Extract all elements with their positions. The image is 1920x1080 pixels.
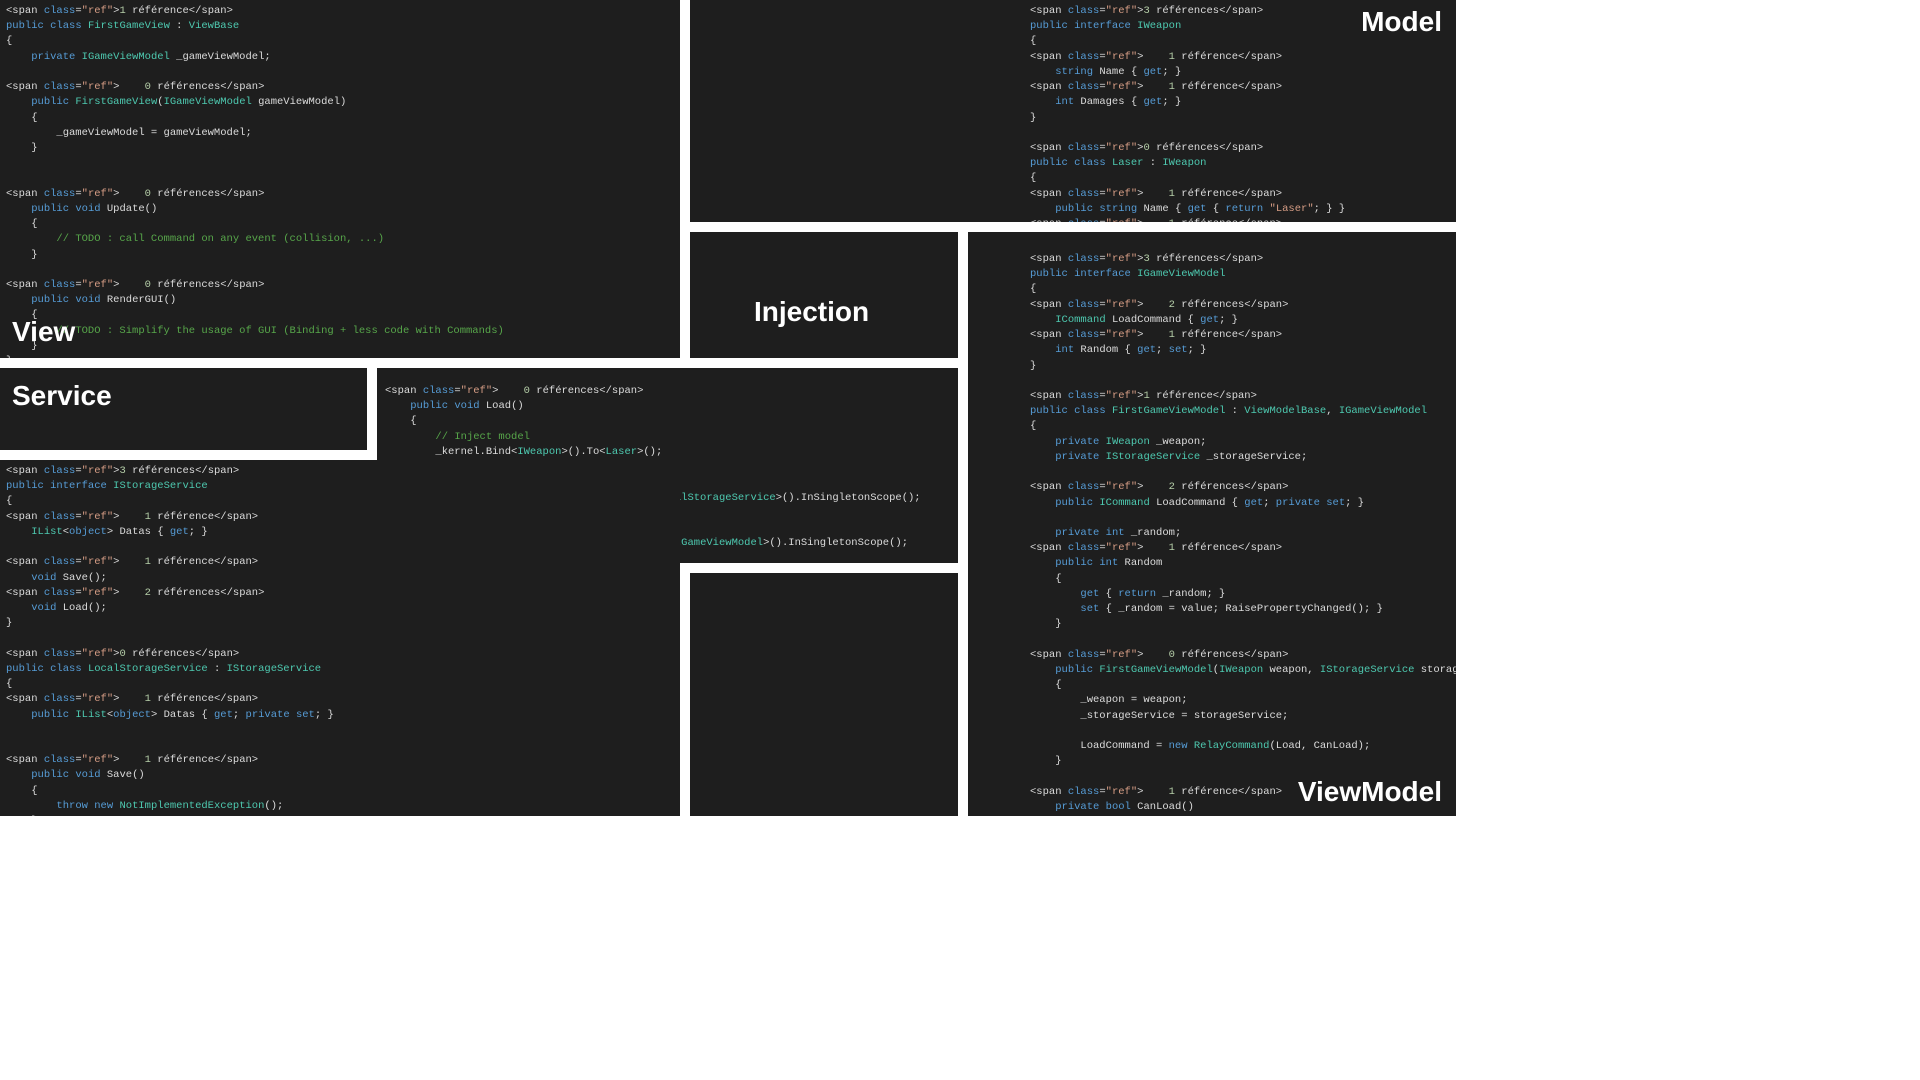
- service-title: Service: [12, 380, 112, 412]
- viewmodel-panel: <span class="ref">3 références</span> pu…: [968, 232, 1456, 816]
- model-code: <span class="ref">3 références</span> pu…: [690, 0, 1456, 222]
- view-title: View: [12, 316, 75, 348]
- service-panel: Service: [0, 368, 367, 450]
- lowermid-panel: [690, 573, 958, 816]
- viewmodel-title: ViewModel: [1298, 776, 1442, 808]
- model-panel: <span class="ref">3 références</span> pu…: [690, 0, 1456, 222]
- view-panel: <span class="ref">1 référence</span> pub…: [0, 0, 680, 358]
- service-code: <span class="ref">3 références</span> pu…: [0, 460, 680, 816]
- model-title: Model: [1361, 6, 1442, 38]
- view-code: <span class="ref">1 référence</span> pub…: [0, 0, 680, 358]
- service-code-panel: <span class="ref">3 références</span> pu…: [0, 460, 680, 816]
- viewmodel-code: <span class="ref">3 références</span> pu…: [968, 232, 1456, 816]
- injection-panel: [690, 232, 958, 358]
- injection-title: Injection: [754, 296, 869, 328]
